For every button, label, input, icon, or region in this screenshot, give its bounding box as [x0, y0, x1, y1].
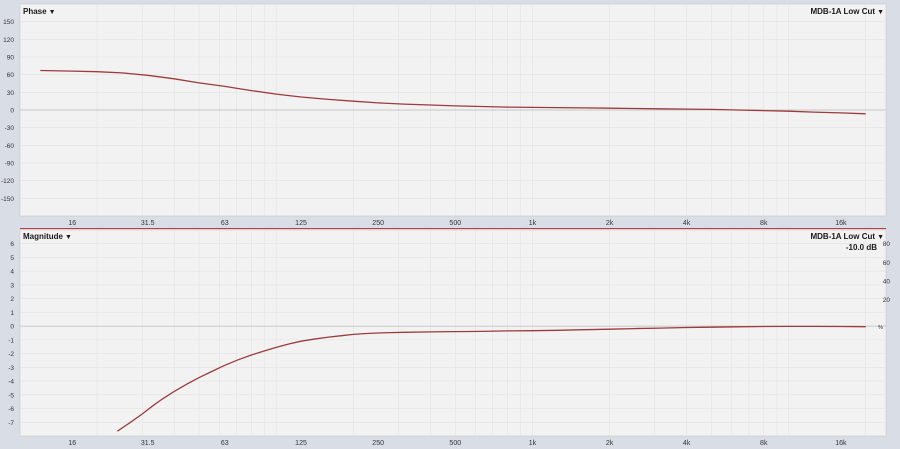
- phase-y-tick-label: -90: [5, 161, 15, 168]
- chevron-down-icon: ▼: [877, 234, 884, 241]
- magnitude-x-tick-label: 8k: [760, 440, 768, 447]
- phase-y-tick-label: -60: [5, 143, 15, 150]
- magnitude-y-tick-label: -6: [8, 406, 14, 413]
- chevron-down-icon: ▼: [48, 9, 56, 16]
- magnitude-y-tick-label: 3: [10, 282, 14, 289]
- magnitude-y-tick-label: 2: [10, 296, 14, 303]
- magnitude-y-tick-label: -2: [8, 351, 14, 358]
- magnitude-y-tick-label: -4: [8, 379, 14, 386]
- phase-x-tick-label: 8k: [760, 220, 768, 227]
- phase-y-tick-label: 0: [10, 108, 14, 115]
- magnitude-x-tick-label: 31.5: [141, 440, 155, 447]
- phase-x-tick-label: 500: [449, 220, 461, 227]
- phase-y-tick-label: -120: [1, 178, 14, 185]
- phase-x-tick-label: 16k: [835, 220, 847, 227]
- phase-panel-label: Phase: [23, 7, 47, 16]
- magnitude-y2-tick-label: 40: [883, 278, 891, 285]
- phase-x-tick-label: 4k: [683, 220, 691, 227]
- magnitude-y-tick-label: 6: [10, 241, 14, 248]
- magnitude-y-tick-label: 0: [10, 324, 14, 331]
- magnitude-y-tick-label: -7: [8, 420, 14, 427]
- magnitude-panel-label: Magnitude: [23, 232, 63, 241]
- phase-x-tick-label: 31.5: [141, 220, 155, 227]
- phase-y-tick-label: 90: [7, 55, 15, 62]
- magnitude-y-tick-label: -3: [8, 365, 14, 372]
- frequency-response-chart: 1501209060300-30-60-90-120-15016 31.5 63 12…: [1, 3, 891, 447]
- magnitude-x-tick-label: 16k: [835, 440, 847, 447]
- magnitude-x-tick-label: 500: [449, 440, 461, 447]
- phase-x-tick-label: 125: [295, 220, 307, 227]
- magnitude-curve-label: MDB-1A Low Cut: [810, 232, 876, 241]
- magnitude-y2-tick-label: 60: [883, 260, 891, 267]
- phase-panel-menu[interactable]: Phase ▼: [23, 7, 56, 16]
- phase-y-tick-label: -150: [1, 196, 14, 203]
- chevron-down-icon: ▼: [65, 234, 72, 241]
- phase-x-tick-label: 250: [372, 220, 384, 227]
- phase-y-tick-label: 30: [7, 90, 15, 97]
- phase-y-tick-label: -30: [5, 125, 15, 132]
- phase-y-tick-label: 120: [3, 37, 14, 44]
- phase-x-tick-label: 63: [221, 220, 229, 227]
- magnitude-y-tick-label: -1: [8, 337, 14, 344]
- phase-y-tick-label: 60: [7, 72, 15, 79]
- phase-x-tick-label: 2k: [606, 220, 614, 227]
- phase-x-tick-label: 16: [68, 220, 76, 227]
- magnitude-y2-tick-label: 80: [883, 241, 891, 248]
- phase-y-tick-label: 150: [3, 19, 14, 26]
- magnitude-x-tick-label: 63: [221, 440, 229, 447]
- magnitude-y2-tick-label: 20: [883, 297, 891, 304]
- magnitude-panel-menu[interactable]: Magnitude ▼: [23, 232, 72, 241]
- magnitude-y-tick-label: 5: [10, 255, 14, 262]
- magnitude-curve-selector[interactable]: MDB-1A Low Cut ▼: [810, 232, 884, 241]
- magnitude-x-tick-label: 1k: [529, 440, 537, 447]
- magnitude-x-tick-label: 16: [68, 440, 76, 447]
- chevron-down-icon: ▼: [877, 9, 884, 16]
- phase-curve-label: MDB-1A Low Cut: [810, 7, 876, 16]
- magnitude-y2-unit-label: %: [878, 325, 883, 331]
- magnitude-plot-area: [19, 229, 887, 437]
- phase-x-tick-label: 1k: [529, 220, 537, 227]
- magnitude-offset-readout: -10.0 dB: [845, 243, 877, 252]
- magnitude-x-tick-label: 250: [372, 440, 384, 447]
- eq-analyzer-window: 150 120 90 60 30 0 -30 -60 -90 -120 -150 16 31.5 63 12…: [0, 0, 900, 449]
- magnitude-y-tick-label: -5: [8, 392, 14, 399]
- magnitude-x-tick-label: 125: [295, 440, 307, 447]
- magnitude-y-tick-label: 1: [10, 310, 14, 317]
- magnitude-x-tick-label: 2k: [606, 440, 614, 447]
- magnitude-y-tick-label: 4: [10, 269, 14, 276]
- phase-curve-selector[interactable]: MDB-1A Low Cut ▼: [810, 7, 884, 16]
- magnitude-x-tick-label: 4k: [683, 440, 691, 447]
